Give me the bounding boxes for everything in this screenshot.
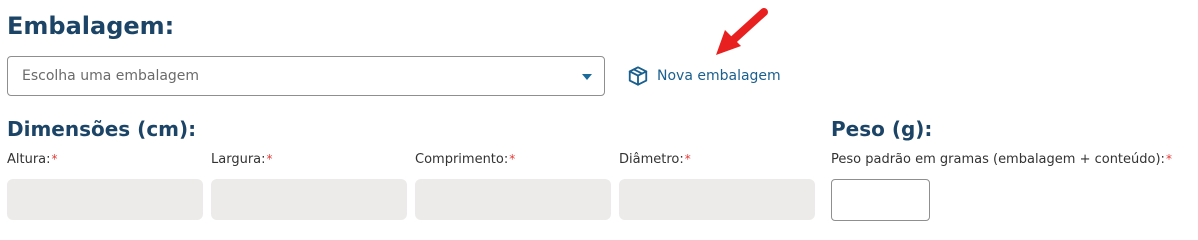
packaging-title: Embalagem: xyxy=(7,12,175,40)
required-mark: * xyxy=(684,152,691,166)
diameter-input[interactable] xyxy=(619,179,815,220)
diameter-label: Diâmetro:* xyxy=(619,152,691,167)
packaging-select-placeholder: Escolha uma embalagem xyxy=(22,68,200,84)
height-label: Altura:* xyxy=(7,152,58,167)
new-packaging-link[interactable]: Nova embalagem xyxy=(627,64,781,88)
dimensions-title: Dimensões (cm): xyxy=(7,117,197,141)
package-icon xyxy=(628,66,648,86)
chevron-down-icon[interactable] xyxy=(582,74,592,80)
width-input[interactable] xyxy=(211,179,407,220)
weight-title: Peso (g): xyxy=(831,117,933,141)
weight-input[interactable] xyxy=(831,179,930,221)
width-label: Largura:* xyxy=(211,152,273,167)
required-mark: * xyxy=(1165,152,1172,166)
height-input[interactable] xyxy=(7,179,203,220)
length-input[interactable] xyxy=(415,179,611,220)
length-label: Comprimento:* xyxy=(415,152,516,167)
new-packaging-label: Nova embalagem xyxy=(657,68,781,84)
red-arrow-annotation xyxy=(716,8,768,55)
weight-label: Peso padrão em gramas (embalagem + conte… xyxy=(831,152,1172,167)
packaging-select[interactable]: Escolha uma embalagem xyxy=(7,56,605,96)
required-mark: * xyxy=(509,152,516,166)
required-mark: * xyxy=(51,152,58,166)
required-mark: * xyxy=(266,152,273,166)
